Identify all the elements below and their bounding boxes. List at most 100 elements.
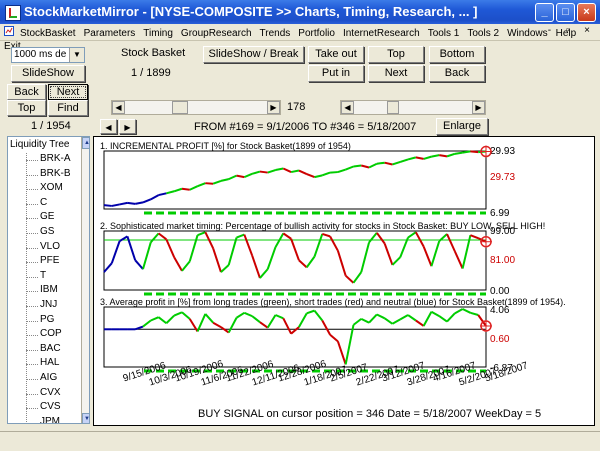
tree-item[interactable]: PFE bbox=[8, 255, 71, 270]
tree-item[interactable]: JNJ bbox=[8, 299, 71, 314]
slideshow-button[interactable]: SlideShow bbox=[11, 65, 85, 82]
chart1-segment bbox=[330, 171, 338, 174]
chart3-segment bbox=[142, 319, 152, 328]
scroll-thumb[interactable] bbox=[172, 101, 188, 114]
scroll-thumb[interactable] bbox=[387, 101, 399, 114]
range-start-scrollbar[interactable]: ◀ ▶ bbox=[111, 100, 281, 115]
chart1-segment bbox=[212, 179, 222, 185]
chart1-segment bbox=[127, 201, 136, 205]
menu-item-tools-1[interactable]: Tools 1 bbox=[424, 26, 464, 39]
chart-panel[interactable]: 1. INCREMENTAL PROFIT [%] for Stock Bask… bbox=[93, 136, 595, 426]
tree-item[interactable]: VLO bbox=[8, 241, 71, 256]
chart2-segment bbox=[220, 264, 230, 273]
tree-item[interactable]: T bbox=[8, 270, 71, 285]
chart2-segment bbox=[391, 256, 401, 266]
menu-item-timing[interactable]: Timing bbox=[139, 26, 177, 39]
chart2-segment bbox=[321, 233, 331, 238]
menu-item-groupresearch[interactable]: GroupResearch bbox=[177, 26, 256, 39]
scroll-right-icon[interactable]: ▶ bbox=[472, 101, 485, 114]
chart3-segment bbox=[415, 319, 425, 327]
charts-svg[interactable] bbox=[94, 137, 594, 377]
chart1-segment bbox=[111, 203, 120, 207]
take-out-button[interactable]: Take out bbox=[308, 46, 364, 63]
menu-item-parameters[interactable]: Parameters bbox=[80, 26, 140, 39]
tree-item[interactable]: AIG bbox=[8, 372, 71, 387]
top-basket-button[interactable]: Top bbox=[368, 46, 424, 63]
chart2-segment bbox=[103, 262, 113, 273]
tree-item[interactable]: IBM bbox=[8, 284, 71, 299]
scroll-value: 178 bbox=[287, 101, 306, 113]
put-in-button[interactable]: Put in bbox=[308, 65, 364, 82]
chart3-segment bbox=[298, 312, 308, 328]
arrow-right-icon[interactable]: ▶ bbox=[119, 119, 136, 134]
chart2-segment bbox=[150, 232, 160, 243]
chart2-segment bbox=[110, 240, 121, 264]
scroll-up-icon[interactable]: ▲ bbox=[82, 137, 89, 149]
next-basket-button[interactable]: Next bbox=[368, 65, 424, 82]
arrow-left-icon[interactable]: ◀ bbox=[100, 119, 117, 134]
chart3-segment bbox=[290, 326, 300, 335]
next-button[interactable]: Next bbox=[48, 84, 88, 100]
maximize-button[interactable]: □ bbox=[556, 3, 575, 22]
find-button[interactable]: Find bbox=[48, 100, 88, 116]
chart3-segment bbox=[157, 316, 167, 325]
chart3-segment bbox=[306, 309, 315, 315]
scroll-down-icon[interactable]: ▼ bbox=[82, 413, 89, 423]
slideshow-break-button[interactable]: SlideShow / Break bbox=[203, 46, 304, 63]
chart2-segment bbox=[266, 246, 277, 270]
back-basket-button[interactable]: Back bbox=[429, 65, 485, 82]
chart2-segment bbox=[399, 237, 409, 258]
chart2-segment bbox=[157, 232, 167, 241]
scroll-right-icon[interactable]: ▶ bbox=[267, 101, 280, 114]
menu-item-windows[interactable]: Windows bbox=[503, 26, 552, 39]
tree-scrollbar[interactable]: ▲ ▼ bbox=[81, 137, 89, 423]
menu-item-portfolio[interactable]: Portfolio bbox=[294, 26, 339, 39]
tree-item[interactable]: COP bbox=[8, 328, 71, 343]
window-title: StockMarketMirror - [NYSE-COMPOSITE >> C… bbox=[24, 4, 478, 19]
top-button[interactable]: Top bbox=[7, 100, 46, 116]
back-button[interactable]: Back bbox=[7, 84, 46, 100]
chart3-segment bbox=[454, 308, 464, 315]
menu-item-trends[interactable]: Trends bbox=[256, 26, 295, 39]
tree-item[interactable]: GS bbox=[8, 226, 71, 241]
tree-item[interactable]: BRK-B bbox=[8, 168, 71, 183]
menu-item-internetresearch[interactable]: InternetResearch bbox=[339, 26, 424, 39]
tree-item[interactable]: BRK-A bbox=[8, 153, 71, 168]
chart3-segment bbox=[368, 313, 378, 324]
chart1-segment bbox=[345, 165, 354, 171]
chart2-segment bbox=[305, 256, 316, 268]
range-end-scrollbar[interactable]: ◀ ▶ bbox=[340, 100, 486, 115]
menu-item-stockbasket[interactable]: StockBasket bbox=[16, 26, 80, 39]
tree-list: BRK-A BRK-B XOM C GE GS VLO PFE T IBM JNJ PG COP BAC H… bbox=[8, 153, 71, 423]
tree-item[interactable]: C bbox=[8, 197, 71, 212]
tree-item[interactable]: JPM bbox=[8, 416, 71, 423]
chart1-segment bbox=[166, 190, 175, 195]
tree-item[interactable]: BAC bbox=[8, 343, 71, 358]
tree-item[interactable]: CVS bbox=[8, 401, 71, 416]
tree-item[interactable]: GE bbox=[8, 211, 71, 226]
menu-item-tools-2[interactable]: Tools 2 bbox=[463, 26, 503, 39]
tree-item[interactable]: XOM bbox=[8, 182, 71, 197]
chart2-segment bbox=[329, 235, 339, 252]
tree-item[interactable]: HAL bbox=[8, 357, 71, 372]
chart3-segment bbox=[235, 311, 245, 319]
chart2-segment bbox=[227, 237, 238, 266]
bottom-button[interactable]: Bottom bbox=[429, 46, 485, 63]
chart1-segment bbox=[361, 164, 370, 169]
chart2-segment bbox=[243, 234, 254, 256]
scroll-left-icon[interactable]: ◀ bbox=[112, 101, 125, 114]
tree-item[interactable]: CVX bbox=[8, 387, 71, 402]
chart2-segment bbox=[173, 256, 183, 272]
close-button[interactable]: × bbox=[577, 3, 596, 22]
basket-label: Stock Basket bbox=[121, 47, 186, 59]
chart2-segment bbox=[383, 243, 394, 266]
scroll-left-icon[interactable]: ◀ bbox=[341, 101, 354, 114]
chart1-segment bbox=[275, 167, 284, 172]
speed-select[interactable]: 1000 ms de ▼ bbox=[11, 47, 85, 63]
liquidity-tree[interactable]: Liquidity Tree BRK-A BRK-B XOM C GE GS VLO PFE T… bbox=[7, 136, 90, 424]
minimize-button[interactable]: _ bbox=[535, 3, 554, 22]
tree-item[interactable]: PG bbox=[8, 314, 71, 329]
enlarge-button[interactable]: Enlarge bbox=[436, 118, 488, 135]
chevron-down-icon[interactable]: ▼ bbox=[69, 48, 84, 62]
mdi-controls[interactable]: - ▫ × bbox=[548, 25, 596, 36]
